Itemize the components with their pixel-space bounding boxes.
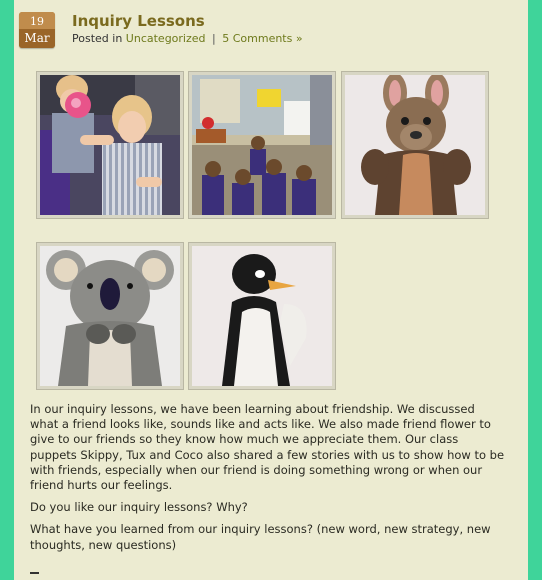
photo-children-with-puppet[interactable] — [36, 71, 184, 219]
right-border-stripe — [528, 0, 542, 580]
photo-children-icon — [40, 75, 180, 215]
photo-koala-icon — [40, 246, 180, 386]
date-month: Mar — [19, 29, 55, 48]
photo-kangaroo-puppet[interactable] — [341, 71, 489, 219]
photo-classroom-icon — [192, 75, 332, 215]
post-title[interactable]: Inquiry Lessons — [72, 12, 205, 30]
date-day: 19 — [19, 12, 55, 29]
category-link[interactable]: Uncategorized — [126, 32, 206, 45]
comments-link[interactable]: 5 Comments » — [222, 32, 302, 45]
paragraph-intro: In our inquiry lessons, we have been lea… — [30, 402, 505, 493]
date-badge: 19 Mar — [19, 12, 55, 48]
post-body: In our inquiry lessons, we have been lea… — [30, 402, 506, 560]
photo-koala-puppet[interactable] — [36, 242, 184, 390]
photo-penguin-puppet[interactable] — [188, 242, 336, 390]
meta-separator: | — [212, 32, 216, 45]
post-title-text[interactable]: Inquiry Lessons — [72, 12, 205, 30]
photo-penguin-icon — [192, 246, 332, 386]
photo-classroom-group[interactable] — [188, 71, 336, 219]
paragraph-question-1: Do you like our inquiry lessons? Why? — [30, 500, 248, 515]
left-border-stripe — [0, 0, 14, 580]
paragraph-question-2: What have you learned from our inquiry l… — [30, 522, 491, 552]
post-end-dash — [30, 572, 39, 574]
photo-kangaroo-icon — [345, 73, 485, 215]
posted-in-label: Posted in — [72, 32, 123, 45]
post-meta: Posted in Uncategorized | 5 Comments » — [72, 32, 303, 45]
